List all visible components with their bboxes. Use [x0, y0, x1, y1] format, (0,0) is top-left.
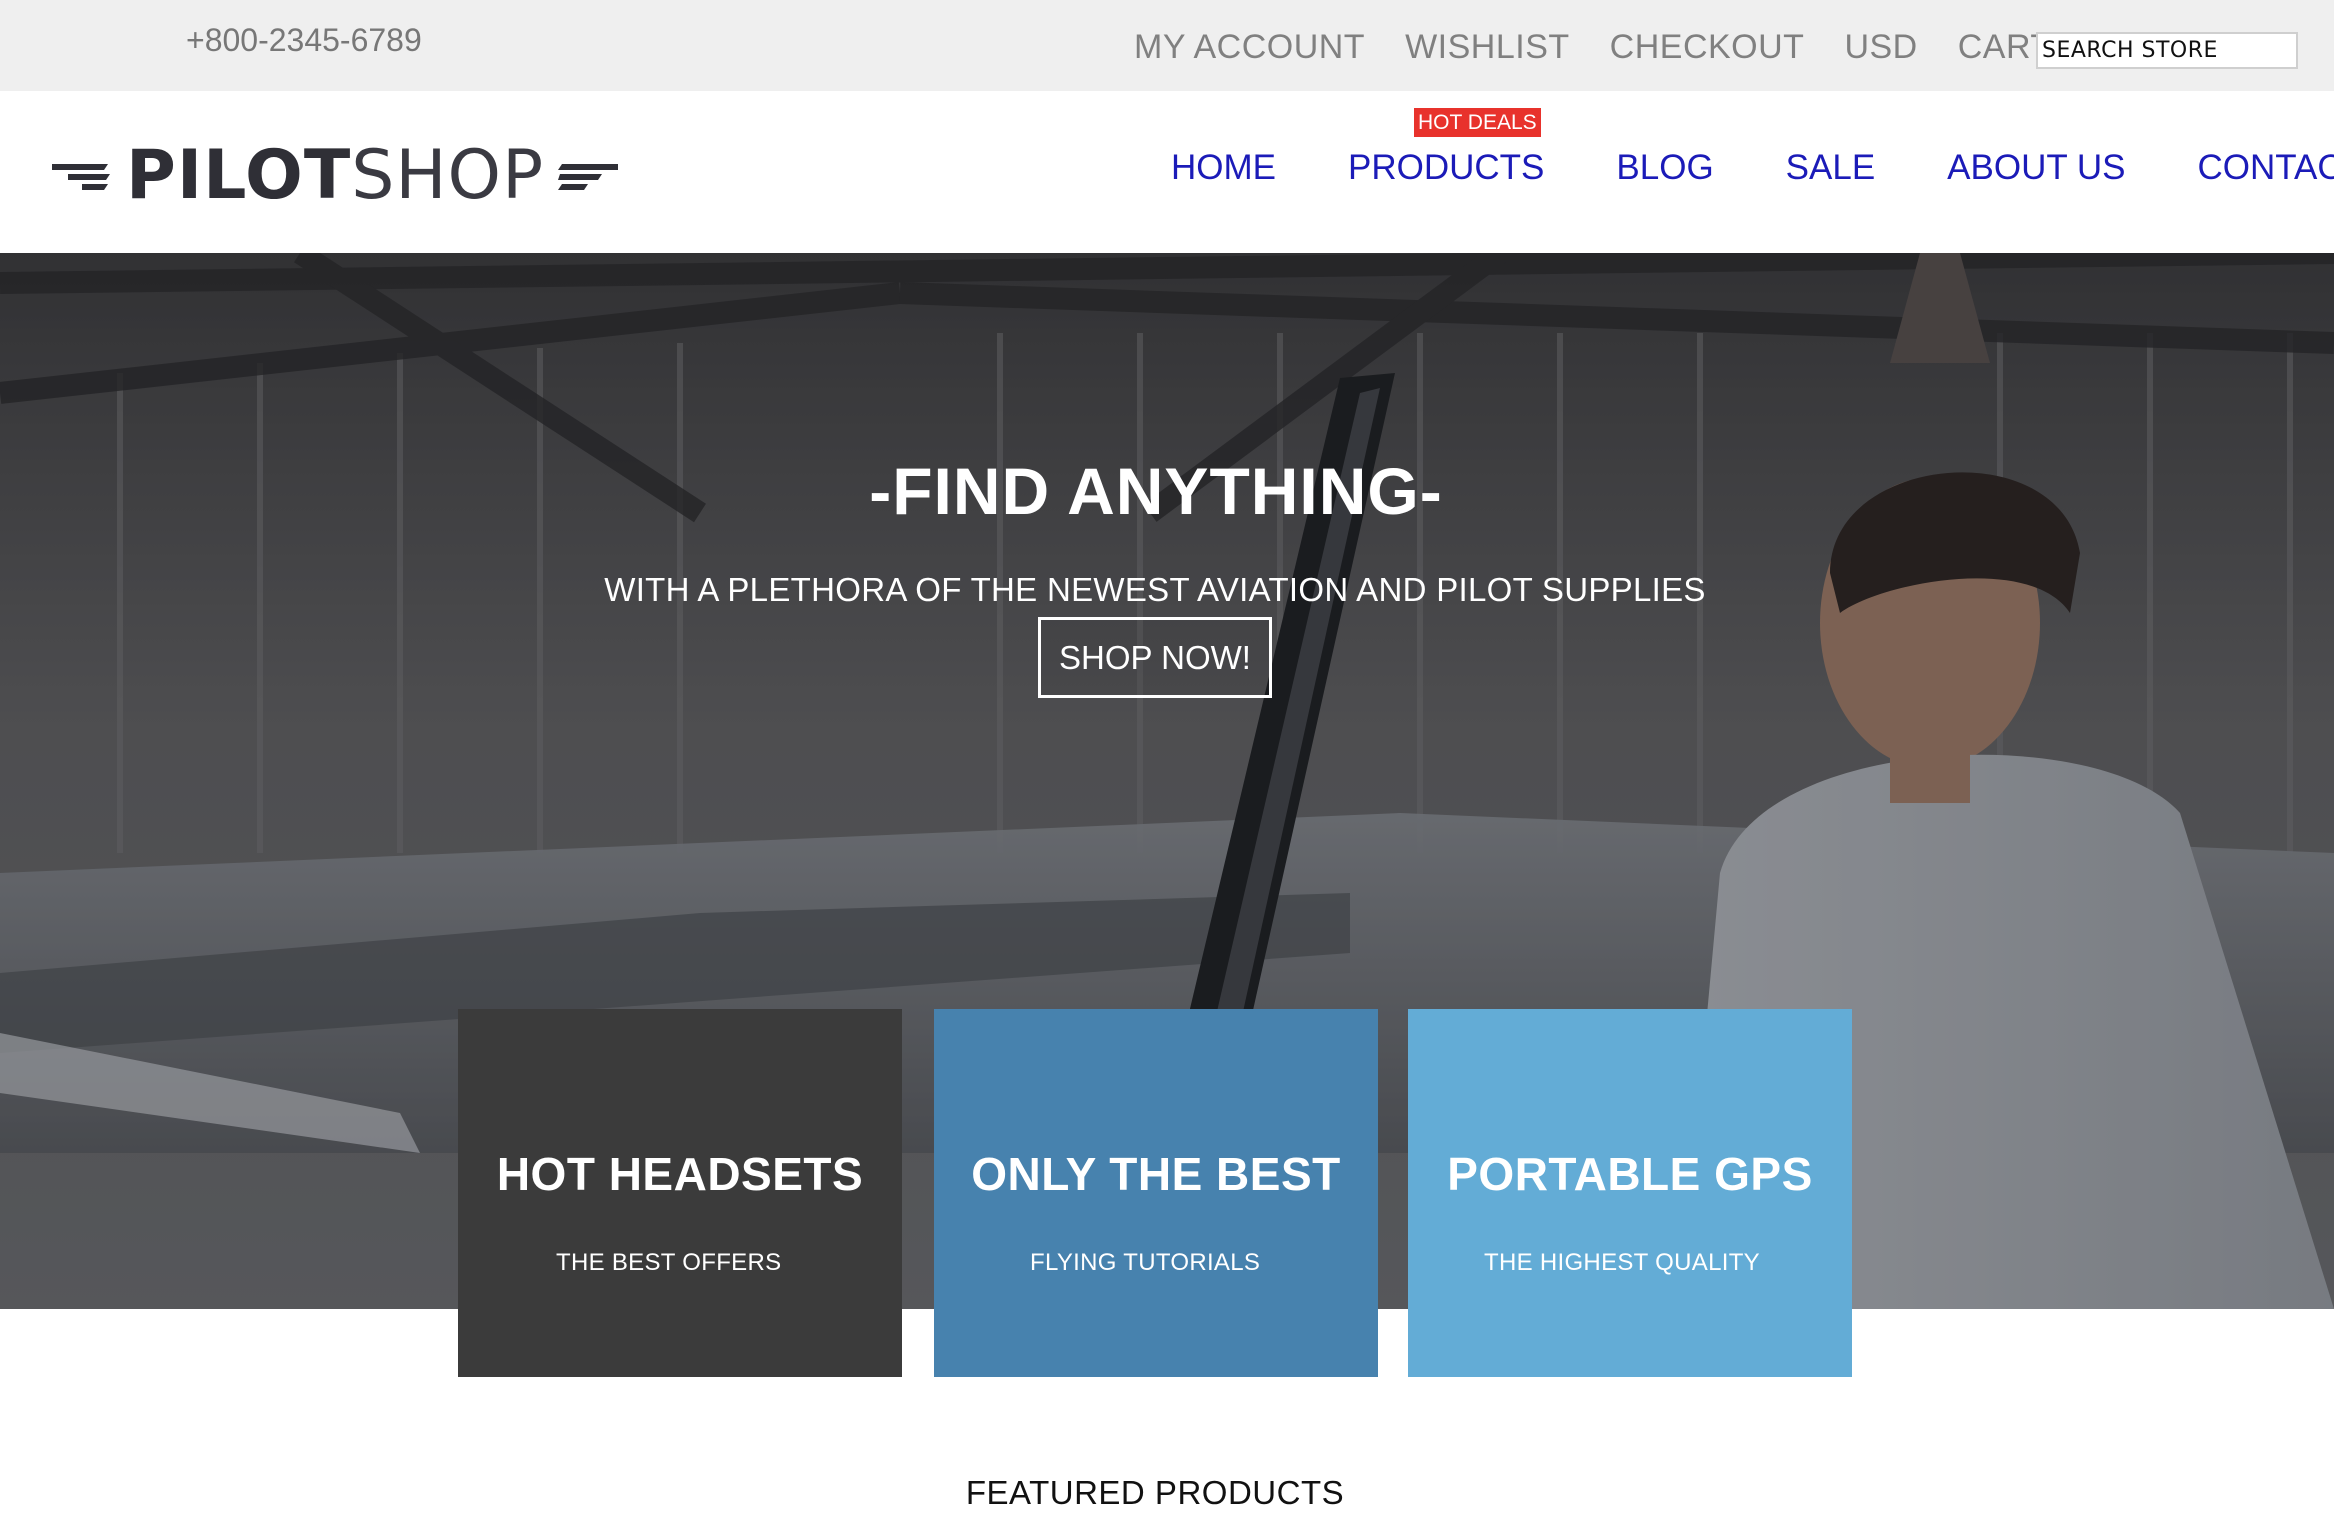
site-header: PILOTSHOP HOME HOT DEALS PRODUCTS BLOG S…: [0, 91, 2334, 253]
phone-number: +800-2345-6789: [186, 22, 422, 58]
top-utility-bar: +800-2345-6789 MY ACCOUNT WISHLIST CHECK…: [0, 0, 2334, 91]
currency-selector[interactable]: USD: [1844, 28, 1917, 67]
tile-title: ONLY THE BEST: [971, 1148, 1341, 1200]
search-box: [2036, 32, 2298, 69]
tile-subtitle: THE HIGHEST QUALITY: [1484, 1249, 1760, 1276]
checkout-link[interactable]: CHECKOUT: [1610, 28, 1805, 67]
logo-wordmark-bold: PILOT: [126, 136, 352, 215]
hot-deals-badge: HOT DEALS: [1414, 108, 1541, 138]
site-logo[interactable]: PILOTSHOP: [52, 136, 619, 216]
hero-subtitle: WITH A PLETHORA OF THE NEWEST AVIATION A…: [604, 571, 1706, 608]
left-wing-icon: [52, 164, 110, 190]
logo-wordmark-light: SHOP: [351, 136, 545, 215]
wishlist-link[interactable]: WISHLIST: [1405, 28, 1570, 67]
tile-title: PORTABLE GPS: [1447, 1148, 1813, 1200]
hero-title: -FIND ANYTHING-: [869, 454, 1443, 528]
my-account-link[interactable]: MY ACCOUNT: [1134, 28, 1365, 67]
nav-blog[interactable]: BLOG: [1616, 148, 1713, 188]
nav-about-us[interactable]: ABOUT US: [1947, 148, 2125, 188]
tile-subtitle: THE BEST OFFERS: [556, 1249, 782, 1276]
nav-contact-us[interactable]: CONTACT US: [2197, 148, 2334, 188]
nav-products-label: PRODUCTS: [1348, 148, 1545, 187]
shop-now-button[interactable]: SHOP NOW!: [1038, 617, 1272, 698]
tile-subtitle: FLYING TUTORIALS: [1030, 1249, 1261, 1276]
featured-products-heading: FEATURED PRODUCTS: [965, 1474, 1345, 1511]
nav-home[interactable]: HOME: [1171, 148, 1276, 188]
main-nav: HOME HOT DEALS PRODUCTS BLOG SALE ABOUT …: [1171, 108, 2334, 188]
tile-title: HOT HEADSETS: [496, 1148, 864, 1200]
search-input[interactable]: [2038, 34, 2296, 67]
logo-wordmark: PILOTSHOP: [126, 142, 544, 210]
tile-hot-headsets[interactable]: HOT HEADSETS THE BEST OFFERS: [458, 1009, 902, 1377]
nav-sale[interactable]: SALE: [1786, 148, 1876, 188]
nav-products[interactable]: HOT DEALS PRODUCTS: [1348, 108, 1545, 188]
right-wing-icon: [558, 164, 619, 190]
utility-links: MY ACCOUNT WISHLIST CHECKOUT USD CART: [1134, 28, 2092, 67]
tile-portable-gps[interactable]: PORTABLE GPS THE HIGHEST QUALITY: [1408, 1009, 1852, 1377]
tile-only-the-best[interactable]: ONLY THE BEST FLYING TUTORIALS: [934, 1009, 1378, 1377]
